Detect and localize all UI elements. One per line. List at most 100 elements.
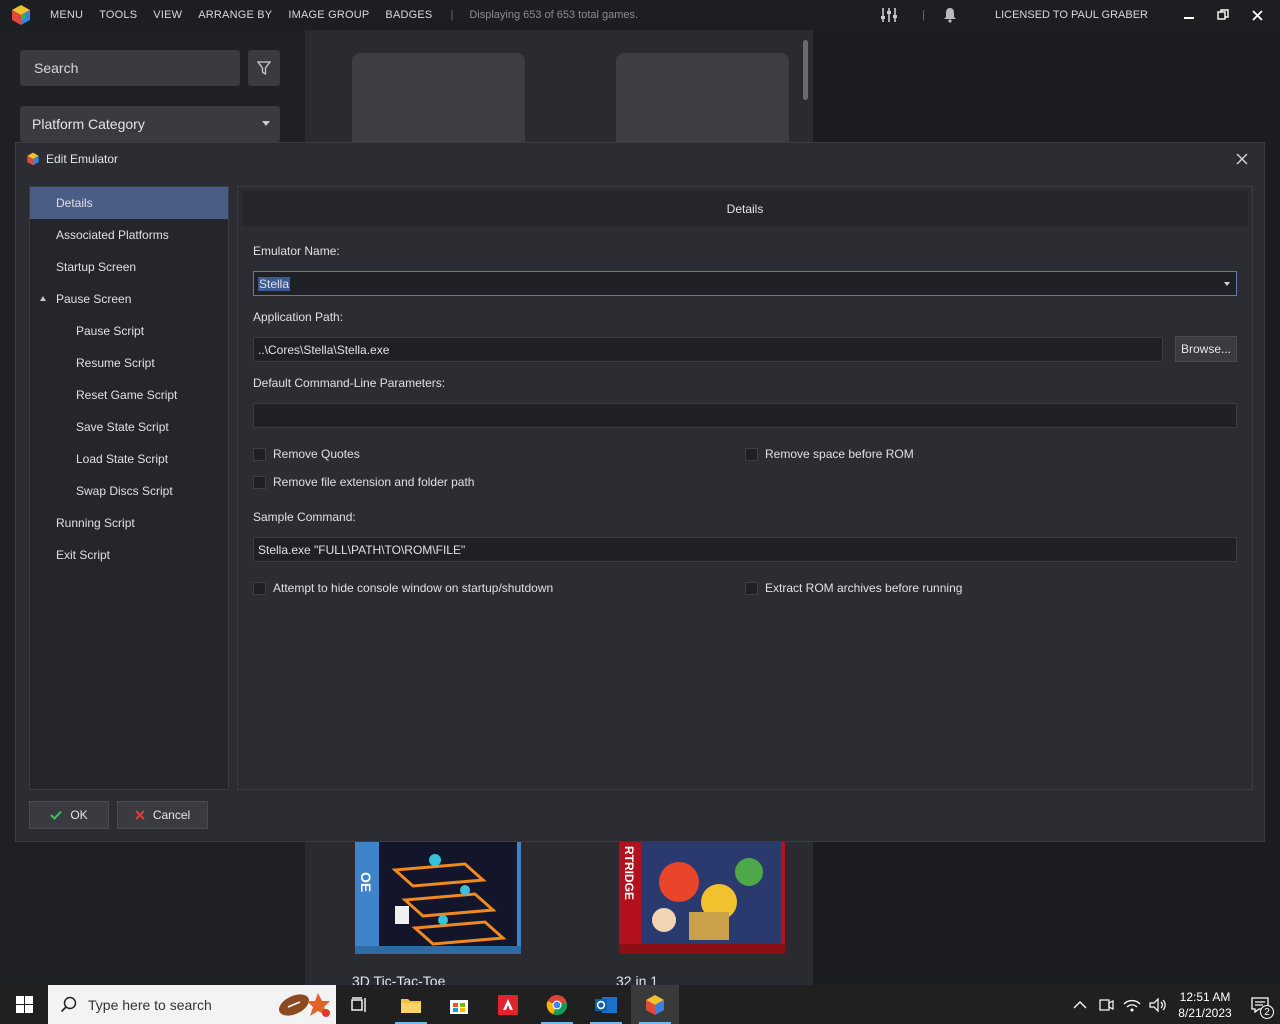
task-view-icon (351, 996, 366, 1012)
settings-tree: Details Associated Platforms Startup Scr… (29, 186, 229, 790)
svg-text:RTRIDGE: RTRIDGE (622, 846, 636, 900)
details-panel: Details Emulator Name: Stella Applicatio… (237, 186, 1253, 790)
hide-console-checkbox[interactable] (253, 581, 266, 595)
game-box-art-3d-tic-tac-toe[interactable]: OE (355, 842, 521, 954)
application-path-input[interactable]: ..\Cores\Stella\Stella.exe (253, 337, 1163, 362)
windows-start-button[interactable] (0, 985, 48, 1024)
remove-quotes-label: Remove Quotes (273, 447, 360, 461)
menu-badges[interactable]: BADGES (385, 9, 432, 21)
launchbox-taskbar-app[interactable] (631, 985, 679, 1024)
tree-item-label: Running Script (56, 516, 135, 530)
menu-separator: | (450, 9, 454, 21)
tree-item-pause-script[interactable]: Pause Script (30, 315, 228, 347)
tree-item-load-state-script[interactable]: Load State Script (30, 443, 228, 475)
launchbox-logo-icon (646, 994, 664, 1015)
meet-now-icon[interactable] (1094, 997, 1118, 1013)
menu-view[interactable]: VIEW (153, 9, 182, 21)
cancel-button[interactable]: Cancel (117, 801, 208, 829)
search-icon (60, 996, 77, 1012)
remove-quotes-checkbox[interactable] (253, 447, 266, 461)
search-highlight-football-icon (279, 993, 330, 1017)
outlook-taskbar-app[interactable] (582, 985, 630, 1024)
tree-item-label: Swap Discs Script (76, 484, 173, 498)
taskbar-clock[interactable]: 12:51 AM 8/21/2023 (1170, 989, 1240, 1021)
game-box-art-32-in-1[interactable]: RTRIDGE (619, 842, 785, 954)
launchbox-logo-icon[interactable] (10, 4, 32, 26)
extract-rom-checkbox[interactable] (745, 581, 758, 595)
emulator-name-value: Stella (258, 277, 291, 291)
grid-scrollbar-thumb[interactable] (803, 40, 808, 100)
notifications-button[interactable]: 2 (1240, 985, 1280, 1024)
remove-space-checkbox-row[interactable]: Remove space before ROM (745, 447, 914, 461)
microsoft-store-taskbar-app[interactable] (435, 985, 483, 1024)
tree-item-associated-platforms[interactable]: Associated Platforms (30, 219, 228, 251)
topbar-right: | LICENSED TO PAUL GRABER (874, 0, 1280, 30)
folder-icon (401, 998, 421, 1013)
emulator-name-combobox[interactable]: Stella (253, 271, 1237, 296)
platform-category-dropdown[interactable]: Platform Category (20, 106, 280, 142)
tree-item-running-script[interactable]: Running Script (30, 507, 228, 539)
tree-item-label: Pause Screen (56, 292, 132, 306)
tree-item-startup-screen[interactable]: Startup Screen (30, 251, 228, 283)
windows-logo-icon (15, 996, 33, 1013)
checkmark-icon (50, 810, 63, 820)
chevron-down-icon[interactable] (1224, 282, 1230, 286)
topbar-right-separator: | (922, 9, 925, 21)
remove-extension-checkbox-row[interactable]: Remove file extension and folder path (253, 475, 474, 489)
task-view-button[interactable] (336, 985, 384, 1024)
show-hidden-icons-chevron-icon[interactable] (1068, 997, 1092, 1013)
tree-item-reset-game-script[interactable]: Reset Game Script (30, 379, 228, 411)
tree-item-label: Startup Screen (56, 260, 137, 274)
filter-button[interactable] (248, 50, 280, 86)
game-search-input[interactable]: Search (20, 50, 240, 86)
command-line-params-input[interactable] (253, 403, 1237, 428)
license-text: LICENSED TO PAUL GRABER (994, 9, 1148, 21)
equalizer-settings-icon[interactable] (874, 0, 904, 30)
browse-button[interactable]: Browse... (1175, 336, 1237, 362)
restore-window-icon[interactable] (1206, 0, 1240, 30)
emulator-name-label: Emulator Name: (253, 244, 340, 258)
filter-icon (257, 61, 271, 75)
chrome-taskbar-app[interactable] (533, 985, 581, 1024)
menu-tools[interactable]: TOOLS (99, 9, 137, 21)
extract-rom-label: Extract ROM archives before running (765, 581, 963, 595)
tree-item-label: Reset Game Script (76, 388, 178, 402)
hide-console-checkbox-row[interactable]: Attempt to hide console window on startu… (253, 581, 553, 595)
extract-rom-checkbox-row[interactable]: Extract ROM archives before running (745, 581, 962, 595)
tree-item-save-state-script[interactable]: Save State Script (30, 411, 228, 443)
top-menu-bar: MENU TOOLS VIEW ARRANGE BY IMAGE GROUP B… (0, 0, 1280, 30)
ok-label: OK (70, 808, 88, 822)
remove-quotes-checkbox-row[interactable]: Remove Quotes (253, 447, 360, 461)
close-icon[interactable] (1234, 151, 1250, 167)
application-path-label: Application Path: (253, 310, 344, 324)
remove-extension-checkbox[interactable] (253, 475, 266, 489)
tree-item-label: Exit Script (56, 548, 111, 562)
amd-software-taskbar-app[interactable] (484, 985, 532, 1024)
expanded-triangle-icon[interactable] (40, 296, 46, 301)
taskbar-search-box[interactable]: Type here to search (48, 985, 336, 1024)
tree-item-pause-screen[interactable]: Pause Screen (30, 283, 228, 315)
tree-item-details[interactable]: Details (30, 187, 228, 219)
tree-item-exit-script[interactable]: Exit Script (30, 539, 228, 571)
tree-item-resume-script[interactable]: Resume Script (30, 347, 228, 379)
store-icon (450, 999, 468, 1014)
volume-icon[interactable] (1146, 997, 1170, 1013)
cancel-label: Cancel (152, 808, 191, 822)
tree-item-label: Save State Script (76, 420, 169, 434)
menu-image-group[interactable]: IMAGE GROUP (288, 9, 369, 21)
minimize-window-icon[interactable] (1172, 0, 1206, 30)
menu-menu[interactable]: MENU (50, 9, 83, 21)
hide-console-label: Attempt to hide console window on startu… (273, 581, 554, 595)
details-header: Details (242, 191, 1248, 226)
tree-item-swap-discs-script[interactable]: Swap Discs Script (30, 475, 228, 507)
games-count-status: Displaying 653 of 653 total games. (469, 9, 639, 21)
close-window-icon[interactable] (1240, 0, 1274, 30)
ok-button[interactable]: OK (29, 801, 109, 829)
launchbox-logo-icon (27, 152, 39, 166)
menu-arrange-by[interactable]: ARRANGE BY (198, 9, 272, 21)
platform-category-label: Platform Category (32, 116, 145, 132)
notification-bell-icon[interactable] (935, 0, 965, 30)
file-explorer-taskbar-app[interactable] (387, 985, 435, 1024)
wifi-icon[interactable] (1120, 997, 1144, 1013)
remove-space-checkbox[interactable] (745, 447, 758, 461)
